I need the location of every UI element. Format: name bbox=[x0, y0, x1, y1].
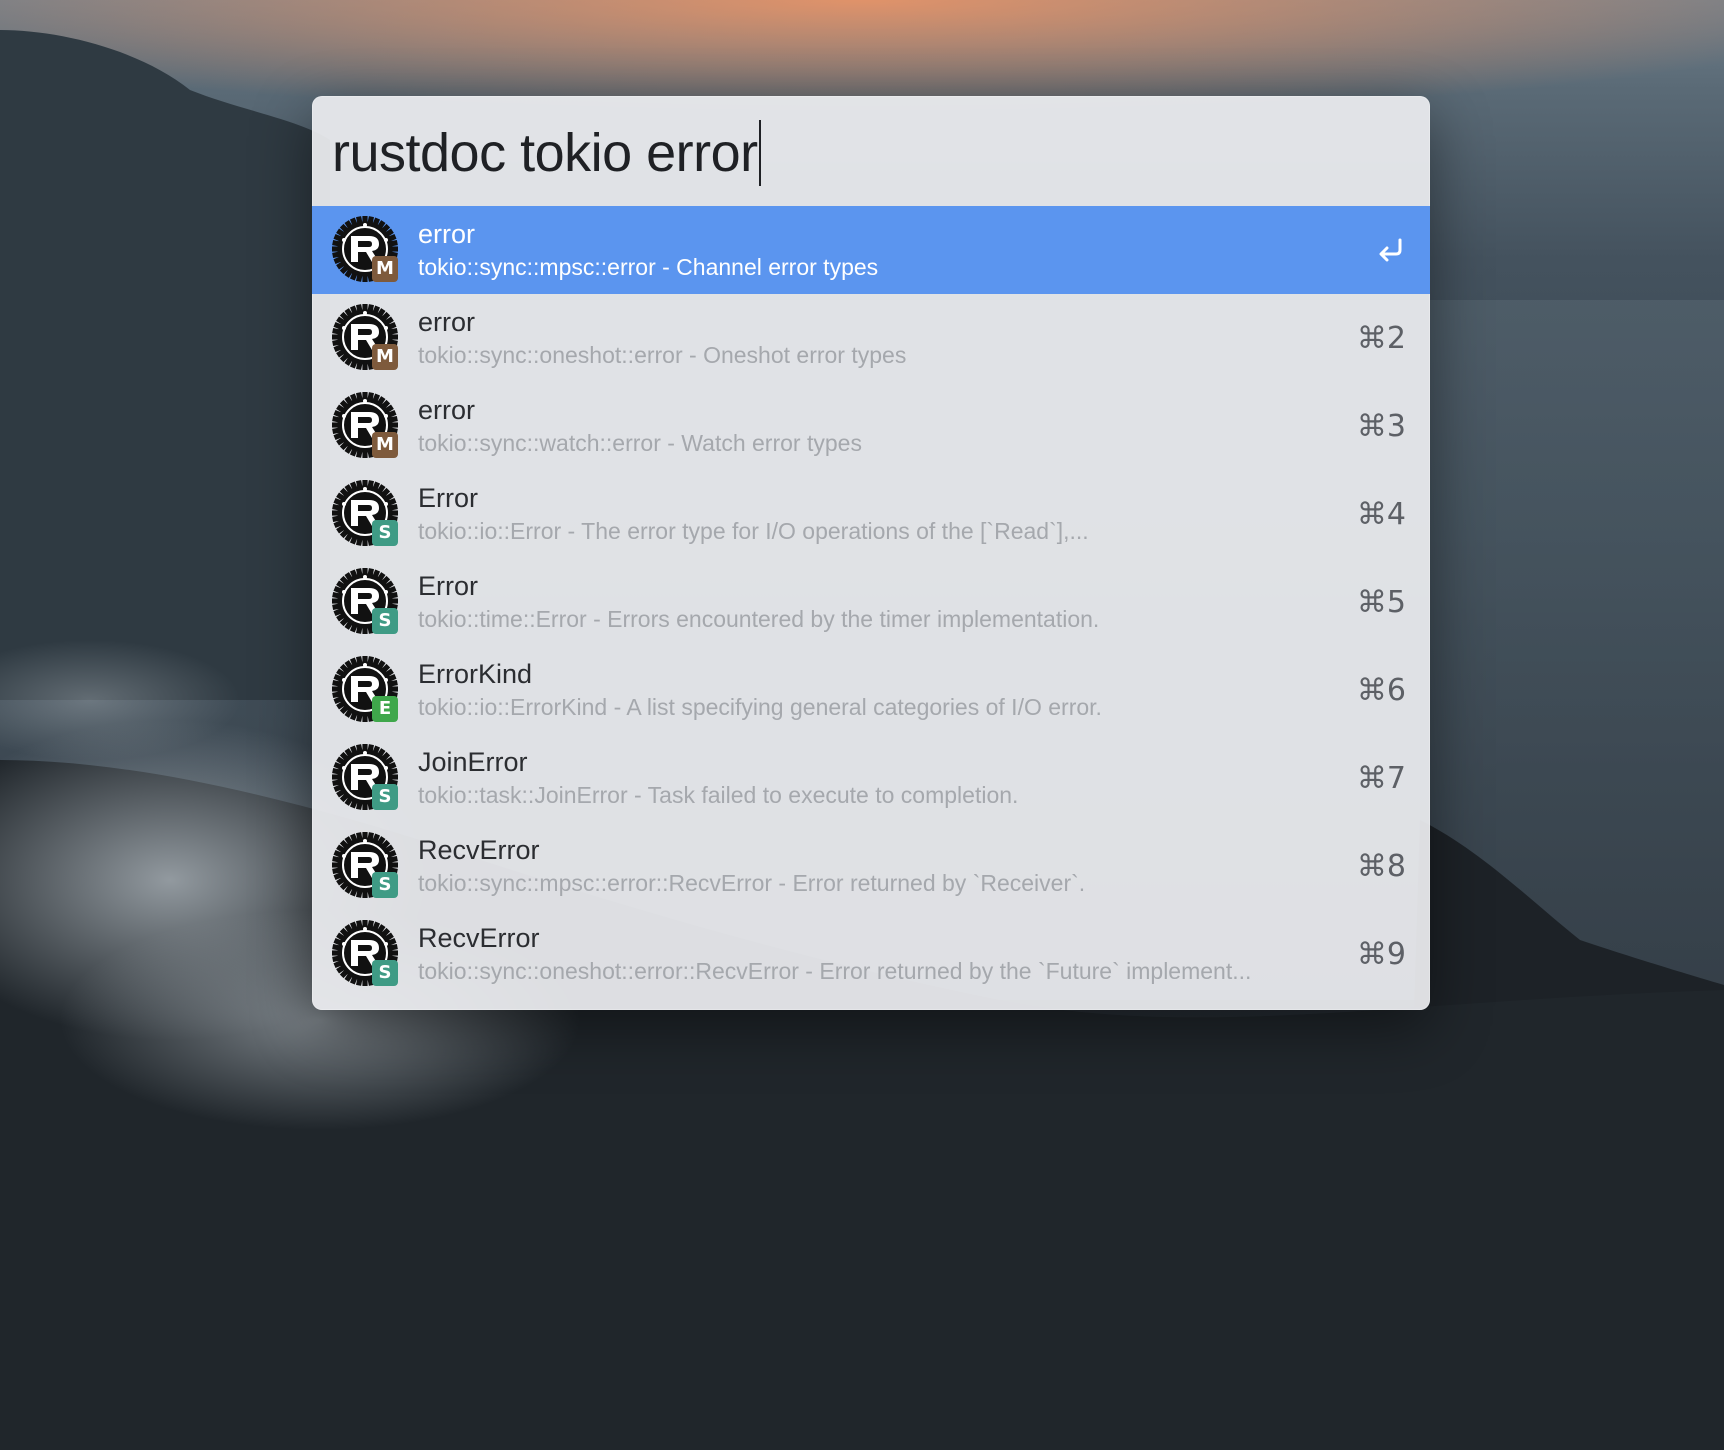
result-subtitle: tokio::time::Error - Errors encountered … bbox=[418, 606, 1100, 632]
result-item[interactable]: Merrortokio::sync::mpsc::error - Channel… bbox=[312, 206, 1430, 294]
result-title: JoinError bbox=[418, 747, 528, 777]
rust-logo-icon: M bbox=[332, 392, 400, 460]
struct-badge: S bbox=[372, 608, 398, 634]
result-text: RecvErrortokio::sync::oneshot::error::Re… bbox=[418, 921, 1336, 987]
result-title: Error bbox=[418, 571, 478, 601]
result-title: error bbox=[418, 395, 476, 425]
module-badge: M bbox=[372, 256, 398, 282]
rust-logo-icon: S bbox=[332, 832, 400, 900]
rust-logo-icon: M bbox=[332, 304, 400, 372]
result-text: RecvErrortokio::sync::mpsc::error::RecvE… bbox=[418, 833, 1336, 899]
result-title: RecvError bbox=[418, 835, 540, 865]
struct-badge: S bbox=[372, 960, 398, 986]
search-query-text: rustdoc tokio error bbox=[332, 123, 758, 183]
search-input[interactable]: rustdoc tokio error bbox=[332, 118, 1410, 188]
result-subtitle: tokio::io::ErrorKind - A list specifying… bbox=[418, 694, 1102, 720]
module-badge: M bbox=[372, 344, 398, 370]
shortcut-hint: ⌘9 bbox=[1356, 936, 1406, 972]
struct-badge: S bbox=[372, 872, 398, 898]
result-subtitle: tokio::sync::mpsc::error::RecvError - Er… bbox=[418, 870, 1086, 896]
launcher-window: rustdoc tokio error Merrortokio::sync::m… bbox=[312, 96, 1430, 1010]
shortcut-hint: ⌘4 bbox=[1356, 496, 1406, 532]
result-subtitle: tokio::task::JoinError - Task failed to … bbox=[418, 782, 1019, 808]
result-text: JoinErrortokio::task::JoinError - Task f… bbox=[418, 745, 1336, 811]
shortcut-hint: ⌘8 bbox=[1356, 848, 1406, 884]
rust-logo-icon: E bbox=[332, 656, 400, 724]
shortcut-hint: ⌘7 bbox=[1356, 760, 1406, 796]
results-list: Merrortokio::sync::mpsc::error - Channel… bbox=[312, 206, 1430, 998]
text-caret bbox=[758, 119, 761, 186]
result-title: ErrorKind bbox=[418, 659, 533, 689]
search-bar[interactable]: rustdoc tokio error bbox=[312, 96, 1430, 206]
result-subtitle: tokio::io::Error - The error type for I/… bbox=[418, 518, 1089, 544]
result-item[interactable]: S Errortokio::io::Error - The error type … bbox=[312, 470, 1430, 558]
result-text: Errortokio::time::Error - Errors encount… bbox=[418, 569, 1336, 635]
result-title: Error bbox=[418, 483, 478, 513]
shortcut-hint: ⌘2 bbox=[1356, 320, 1406, 356]
result-item[interactable]: S JoinErrortokio::task::JoinError - Task … bbox=[312, 734, 1430, 822]
rust-logo-icon: S bbox=[332, 744, 400, 812]
result-subtitle: tokio::sync::mpsc::error - Channel error… bbox=[418, 254, 879, 280]
result-item[interactable]: Merrortokio::sync::watch::error - Watch … bbox=[312, 382, 1430, 470]
result-item[interactable]: S Errortokio::time::Error - Errors encoun… bbox=[312, 558, 1430, 646]
result-title: RecvError bbox=[418, 923, 540, 953]
result-title: error bbox=[418, 219, 476, 249]
result-text: errortokio::sync::mpsc::error - Channel … bbox=[418, 217, 1336, 283]
result-text: errortokio::sync::oneshot::error - Onesh… bbox=[418, 305, 1336, 371]
rust-logo-icon: S bbox=[332, 920, 400, 988]
result-item[interactable]: E ErrorKindtokio::io::ErrorKind - A list … bbox=[312, 646, 1430, 734]
return-icon bbox=[1354, 230, 1406, 270]
shortcut-hint: ⌘6 bbox=[1356, 672, 1406, 708]
rust-logo-icon: S bbox=[332, 480, 400, 548]
result-text: Errortokio::io::Error - The error type f… bbox=[418, 481, 1336, 547]
result-text: ErrorKindtokio::io::ErrorKind - A list s… bbox=[418, 657, 1336, 723]
rust-logo-icon: M bbox=[332, 216, 400, 284]
module-badge: M bbox=[372, 432, 398, 458]
struct-badge: S bbox=[372, 520, 398, 546]
result-title: error bbox=[418, 307, 476, 337]
shortcut-hint: ⌘3 bbox=[1356, 408, 1406, 444]
rust-logo-icon: S bbox=[332, 568, 400, 636]
struct-badge: S bbox=[372, 784, 398, 810]
enum-badge: E bbox=[372, 696, 398, 722]
result-text: errortokio::sync::watch::error - Watch e… bbox=[418, 393, 1336, 459]
result-item[interactable]: S RecvErrortokio::sync::mpsc::error::Recv… bbox=[312, 822, 1430, 910]
result-subtitle: tokio::sync::watch::error - Watch error … bbox=[418, 430, 862, 456]
result-item[interactable]: S RecvErrortokio::sync::oneshot::error::R… bbox=[312, 910, 1430, 998]
shortcut-hint: ⌘5 bbox=[1356, 584, 1406, 620]
result-subtitle: tokio::sync::oneshot::error::RecvError -… bbox=[418, 958, 1252, 984]
result-subtitle: tokio::sync::oneshot::error - Oneshot er… bbox=[418, 342, 907, 368]
result-item[interactable]: Merrortokio::sync::oneshot::error - Ones… bbox=[312, 294, 1430, 382]
